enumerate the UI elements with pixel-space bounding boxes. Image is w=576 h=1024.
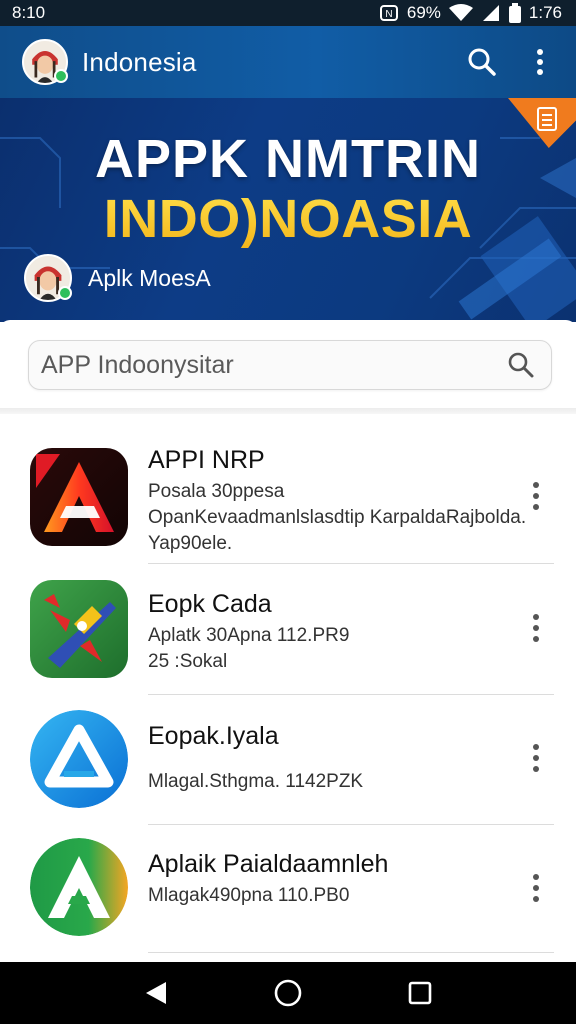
data-saver-icon: N <box>379 4 399 22</box>
app-info: Eopk Cada Aplatk 30Apna 112.PR9 25 :Soka… <box>148 590 506 673</box>
app-info: Eopak.Iyala Mlagal.Sthgma. 1142PZK <box>148 722 506 793</box>
more-vert-icon <box>537 49 543 75</box>
dot <box>533 504 539 510</box>
jet-plane-icon <box>30 580 128 678</box>
dot <box>533 625 539 631</box>
app-bar: Indonesia <box>0 26 576 98</box>
app-meta: Mlagak490pna 110.PB0 <box>148 885 350 906</box>
online-status-dot <box>54 69 68 83</box>
search-button[interactable] <box>462 42 502 82</box>
dot <box>533 482 539 488</box>
status-time: 8:10 <box>12 3 46 22</box>
app-icon-eopak-iyala <box>30 710 128 808</box>
home-circle-icon <box>274 979 302 1007</box>
status-bar: 8:10 N 69% 1:76 <box>0 0 576 26</box>
app-name: Eopk Cada <box>148 590 272 618</box>
battery-icon <box>508 3 521 23</box>
app-icon-aplaik <box>30 838 128 936</box>
banner-user: Aplk MoesA <box>24 254 211 302</box>
search-icon <box>508 352 534 378</box>
signal-icon <box>481 4 501 22</box>
app-info: APPI NRP Posala 30ppesa OpanKevaadmanlsl… <box>148 446 527 555</box>
app-name: APPI NRP <box>148 446 265 474</box>
online-status-dot <box>58 286 72 300</box>
svg-text:N: N <box>385 9 392 20</box>
red-a-logo-icon <box>30 448 128 546</box>
banner-user-name: Aplk MoesA <box>88 264 211 291</box>
app-extra: Yap90ele. <box>148 533 233 554</box>
app-meta <box>148 757 506 767</box>
app-name: Aplaik Paialdaamnleh <box>148 850 389 878</box>
dot <box>533 636 539 642</box>
status-clock-right: 1:76 <box>528 3 562 22</box>
battery-percent: 69% <box>406 3 441 22</box>
banner-title: APPK NMTRIN <box>95 129 481 189</box>
avatar[interactable] <box>22 39 68 85</box>
promo-banner[interactable]: APPK NMTRIN INDO)NOASIA Aplk MoesA <box>0 98 576 322</box>
dot <box>533 614 539 620</box>
banner-subtitle: INDO)NOASIA <box>0 188 576 250</box>
app-meta: Posala 30ppesa <box>148 481 285 502</box>
dot <box>533 766 539 772</box>
recents-button[interactable] <box>398 971 442 1015</box>
app-name: Eopak.Iyala <box>148 722 279 750</box>
item-more-button[interactable] <box>524 738 548 778</box>
item-more-button[interactable] <box>524 476 548 516</box>
app-icon-appi-nrp <box>30 448 128 546</box>
list-divider <box>148 952 554 953</box>
app-description: Mlagal.Sthgma. 1142PZK <box>148 771 364 792</box>
search-submit-button[interactable] <box>503 347 539 383</box>
item-more-button[interactable] <box>524 608 548 648</box>
back-button[interactable] <box>134 971 178 1015</box>
wifi-icon <box>448 4 473 22</box>
search-input[interactable] <box>41 350 503 380</box>
dot <box>533 493 539 499</box>
dot <box>533 885 539 891</box>
dot <box>533 896 539 902</box>
app-description: 25 :Sokal <box>148 651 228 672</box>
list-divider <box>148 694 554 695</box>
green-a-logo-icon <box>30 838 128 936</box>
dot <box>533 755 539 761</box>
list-divider <box>148 563 554 564</box>
item-more-button[interactable] <box>524 868 548 908</box>
back-triangle-icon <box>146 982 166 1004</box>
dot <box>533 744 539 750</box>
app-description: OpanKevaadmanlslasdtip KarpaldaRajbolda. <box>148 507 527 528</box>
system-nav-bar <box>0 962 576 1024</box>
app-info: Aplaik Paialdaamnleh Mlagak490pna 110.PB… <box>148 850 506 907</box>
list-divider <box>148 824 554 825</box>
recents-square-icon <box>408 981 432 1005</box>
search-icon <box>468 48 496 76</box>
page-title: Indonesia <box>82 46 197 77</box>
section-divider <box>0 408 576 414</box>
banner-avatar <box>24 254 72 302</box>
search-bar[interactable] <box>28 340 552 390</box>
app-meta: Aplatk 30Apna 112.PR9 <box>148 625 350 646</box>
home-button[interactable] <box>266 971 310 1015</box>
overflow-menu-button[interactable] <box>520 42 560 82</box>
status-icons: N 69% 1:76 <box>379 3 562 23</box>
app-icon-eopk-cada <box>30 580 128 678</box>
blue-triangle-logo-icon <box>30 710 128 808</box>
dot <box>533 874 539 880</box>
